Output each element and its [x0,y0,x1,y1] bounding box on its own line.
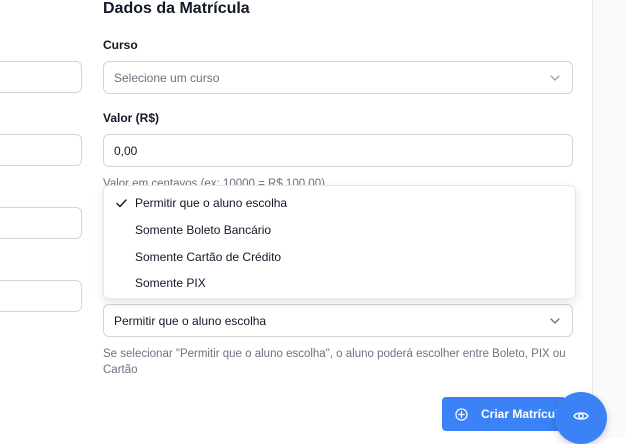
payment-option-label: Permitir que o aluno escolha [135,196,288,210]
value-input-text: 0,00 [114,143,138,158]
value-label: Valor (R$) [103,111,160,125]
left-field-2[interactable] [0,134,82,166]
left-field-4[interactable] [0,280,82,312]
plus-circle-icon [454,407,468,421]
left-field-1[interactable] [0,61,82,93]
payment-option-boleto[interactable]: Somente Boleto Bancário [104,217,575,243]
right-gutter [593,0,625,438]
payment-option-pix[interactable]: Somente PIX [104,270,575,296]
check-icon [114,196,128,210]
value-input[interactable]: 0,00 [103,134,573,167]
course-label: Curso [103,38,138,52]
payment-option-label: Somente PIX [135,276,206,290]
section-title: Dados da Matrícula [103,0,250,17]
payment-option-choose[interactable]: Permitir que o aluno escolha [104,190,575,216]
create-enrollment-label: Criar Matrícul [481,407,559,421]
chevron-down-icon [548,314,562,328]
payment-hint-line1: Se selecionar "Permitir que o aluno esco… [103,348,566,360]
create-enrollment-button[interactable]: Criar Matrícul [442,397,566,431]
left-field-3[interactable] [0,207,82,239]
preview-fab-button[interactable] [555,392,607,444]
payment-option-label: Somente Cartão de Crédito [135,250,282,264]
payment-option-label: Somente Boleto Bancário [135,223,272,237]
payment-hint-line2: Cartão [103,364,138,376]
course-select[interactable]: Selecione um curso [103,61,573,94]
eye-icon [573,409,589,427]
payment-select-value: Permitir que o aluno escolha [114,313,267,328]
course-select-placeholder: Selecione um curso [114,70,220,85]
chevron-down-icon [548,71,562,85]
payment-select[interactable]: Permitir que o aluno escolha [103,304,573,337]
payment-dropdown-menu: Permitir que o aluno escolha Somente Bol… [103,185,576,299]
payment-option-cartao[interactable]: Somente Cartão de Crédito [104,244,575,270]
